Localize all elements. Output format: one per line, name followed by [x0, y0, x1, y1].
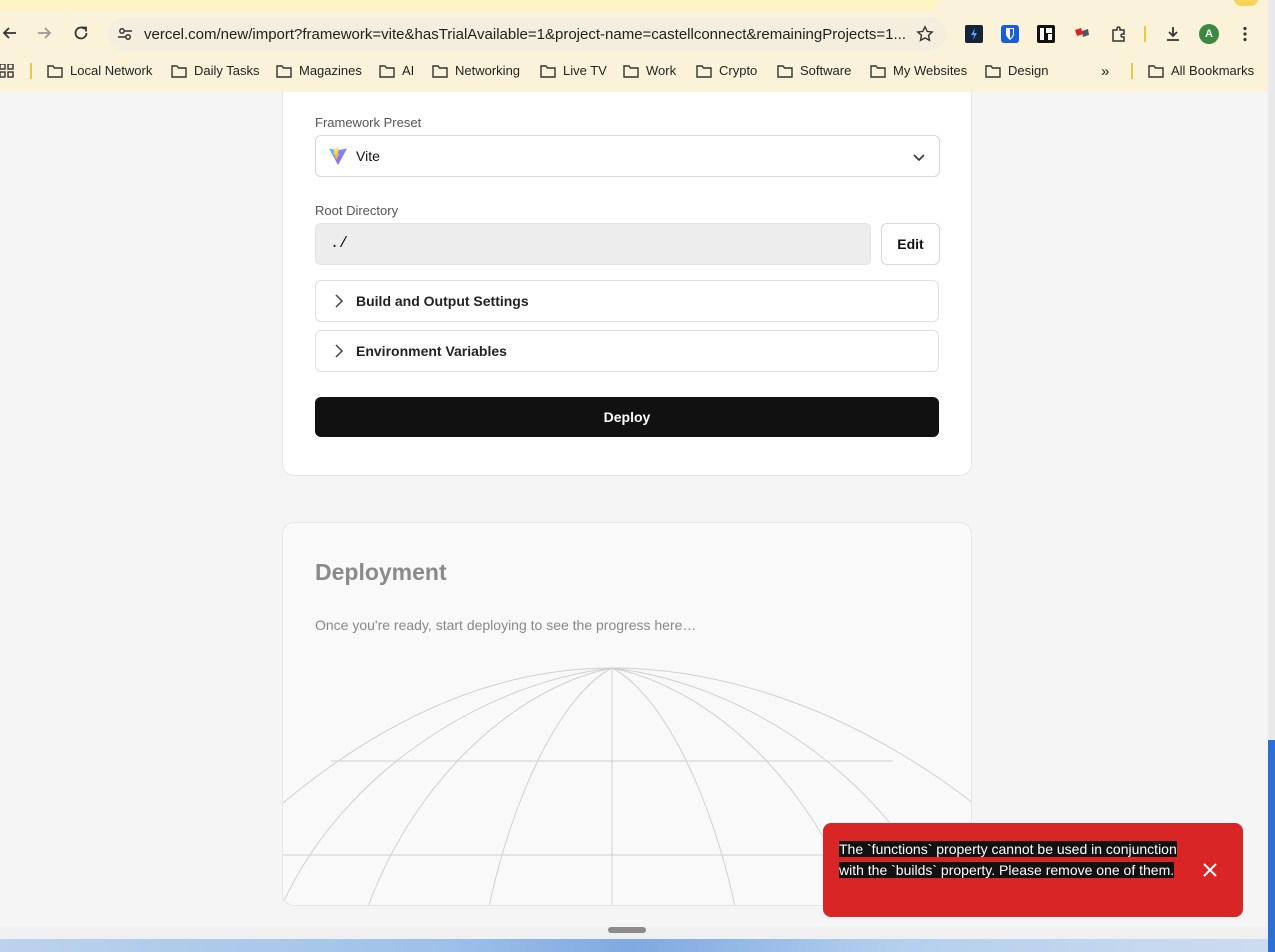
bottom-drawer [0, 927, 1268, 952]
bookmark-folder-my-websites[interactable]: My Websites [870, 63, 967, 78]
bookmark-folder-networking[interactable]: Networking [432, 63, 520, 78]
error-toast: The `functions` property cannot be used … [823, 823, 1243, 917]
linkedin-extension-icon[interactable] [1037, 25, 1055, 43]
vite-logo-icon [329, 147, 347, 165]
extensions-puzzle-icon[interactable] [1110, 25, 1128, 43]
chevron-right-icon [335, 294, 344, 308]
bookmark-label: Daily Tasks [194, 63, 260, 78]
profile-avatar[interactable]: A [1199, 24, 1219, 44]
framework-preset-label: Framework Preset [315, 115, 422, 130]
deployment-title: Deployment [315, 559, 447, 585]
folder-icon [870, 64, 886, 78]
folder-icon [379, 64, 395, 78]
bookmark-folder-local-network[interactable]: Local Network [47, 63, 152, 78]
bookmark-label: All Bookmarks [1171, 63, 1255, 78]
bookmark-folder-design[interactable]: Design [985, 63, 1048, 78]
bookmark-label: Work [646, 63, 677, 78]
bookmark-folder-software[interactable]: Software [777, 63, 851, 78]
chevron-down-icon [913, 154, 925, 162]
site-settings-icon[interactable] [116, 25, 134, 43]
window-edge [1268, 740, 1275, 952]
accordion-title: Environment Variables [356, 343, 507, 359]
forward-arrow-icon [38, 27, 52, 39]
folder-icon [777, 64, 793, 78]
folder-icon [171, 64, 187, 78]
forward-button[interactable] [34, 23, 54, 43]
error-toast-message: The `functions` property cannot be used … [839, 839, 1184, 881]
folder-icon [623, 64, 639, 78]
browser-menu-icon[interactable] [1236, 25, 1254, 43]
folder-icon [985, 64, 1001, 78]
bookmark-label: Design [1008, 63, 1049, 78]
root-directory-input: ./ [315, 223, 871, 265]
browser-chrome: vercel.com/new/import?framework=vite&has… [0, 0, 1268, 92]
bookmark-folder-work[interactable]: Work [623, 63, 676, 78]
bookmark-label: Local Network [70, 63, 153, 78]
root-directory-label: Root Directory [315, 203, 399, 218]
extension-bolt-icon[interactable] [965, 25, 983, 43]
bookmark-label: My Websites [893, 63, 968, 78]
drawer-handle[interactable] [608, 927, 646, 933]
accordion-title: Build and Output Settings [356, 293, 529, 309]
root-directory-value: ./ [330, 235, 349, 252]
url-text[interactable]: vercel.com/new/import?framework=vite&has… [144, 26, 906, 43]
deployment-description: Once you're ready, start deploying to se… [315, 617, 697, 633]
toolbar-divider [1144, 26, 1146, 42]
browser-toolbar: vercel.com/new/import?framework=vite&has… [0, 10, 1268, 56]
bookmark-star-icon[interactable] [916, 25, 934, 43]
bookmark-folder-magazines[interactable]: Magazines [276, 63, 362, 78]
folder-icon [432, 64, 448, 78]
tab-strip [0, 0, 1268, 10]
folder-icon [47, 64, 63, 78]
framework-preset-value: Vite [356, 148, 380, 164]
bookmark-label: Magazines [299, 63, 362, 78]
bitwarden-icon[interactable] [1001, 25, 1019, 43]
bookmark-label: Networking [455, 63, 521, 78]
more-bookmarks-button[interactable]: » [1101, 63, 1109, 80]
bookmark-label: Software [800, 63, 852, 78]
bookmark-label: Live TV [563, 63, 607, 78]
bookmark-label: AI [402, 63, 415, 78]
address-bar[interactable]: vercel.com/new/import?framework=vite&has… [108, 17, 946, 51]
page-content: Framework Preset Vite Root Directory ./ … [0, 92, 1268, 927]
close-icon[interactable] [1200, 860, 1220, 880]
bookmark-folder-crypto[interactable]: Crypto [696, 63, 757, 78]
folder-icon [276, 64, 292, 78]
edit-root-directory-button[interactable]: Edit [881, 223, 940, 265]
bookmarks-bar: Local Network Daily Tasks Magazines AI N… [0, 56, 1268, 86]
build-output-settings-accordion[interactable]: Build and Output Settings [315, 280, 939, 322]
download-icon[interactable] [1164, 25, 1182, 43]
profile-indicator [1234, 0, 1258, 6]
chevron-right-icon [335, 344, 344, 358]
bookmark-folder-ai[interactable]: AI [379, 63, 414, 78]
framework-preset-select[interactable]: Vite [315, 135, 940, 177]
back-arrow-icon [2, 27, 16, 39]
vertical-scrollbar[interactable] [1268, 0, 1275, 952]
bookmark-folder-daily-tasks[interactable]: Daily Tasks [171, 63, 260, 78]
folder-icon [696, 64, 712, 78]
active-tab[interactable] [0, 0, 937, 10]
environment-variables-accordion[interactable]: Environment Variables [315, 330, 939, 372]
desktop-strip [0, 939, 1268, 952]
folder-icon [540, 64, 556, 78]
extension-red-icon[interactable] [1073, 25, 1091, 43]
back-button[interactable] [0, 23, 20, 43]
apps-grid-icon[interactable] [0, 64, 14, 78]
error-toast-text: The `functions` property cannot be used … [839, 841, 1177, 878]
reload-button[interactable] [71, 23, 91, 43]
bookmark-folder-live-tv[interactable]: Live TV [540, 63, 607, 78]
project-config-card: Framework Preset Vite Root Directory ./ … [282, 92, 972, 476]
folder-icon [1148, 64, 1164, 78]
bookmark-label: Crypto [719, 63, 758, 78]
all-bookmarks-folder[interactable]: All Bookmarks [1148, 63, 1254, 78]
bookmarks-divider [30, 63, 32, 79]
reload-icon [74, 26, 88, 40]
bookmarks-divider [1131, 63, 1133, 79]
deploy-button[interactable]: Deploy [315, 397, 939, 437]
